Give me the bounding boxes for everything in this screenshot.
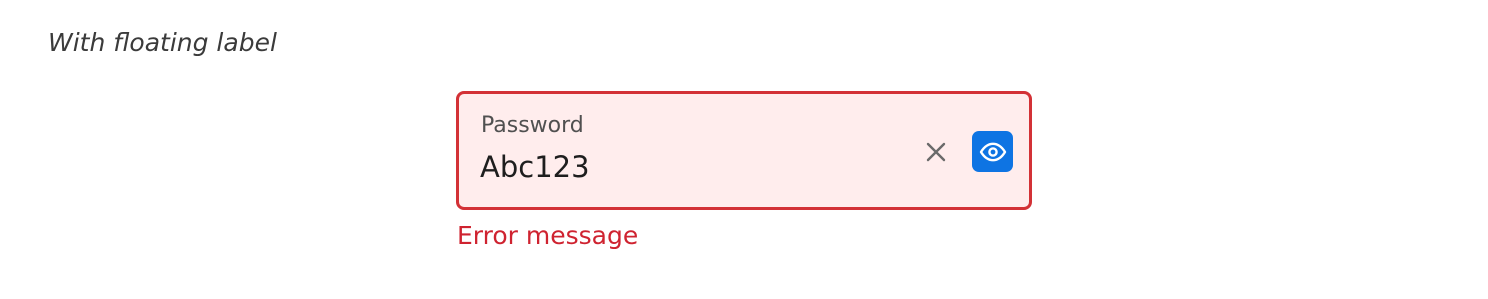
section-title: With floating label — [48, 28, 277, 57]
clear-button[interactable] — [922, 138, 950, 166]
password-floating-label: Password — [481, 113, 584, 138]
password-input[interactable] — [480, 150, 910, 184]
error-message: Error message — [457, 221, 639, 250]
toggle-visibility-button[interactable] — [972, 131, 1013, 172]
password-field[interactable]: Password — [456, 91, 1032, 210]
password-field-group: Password Error message — [456, 91, 1032, 250]
close-icon — [926, 142, 946, 162]
eye-icon — [979, 142, 1006, 161]
